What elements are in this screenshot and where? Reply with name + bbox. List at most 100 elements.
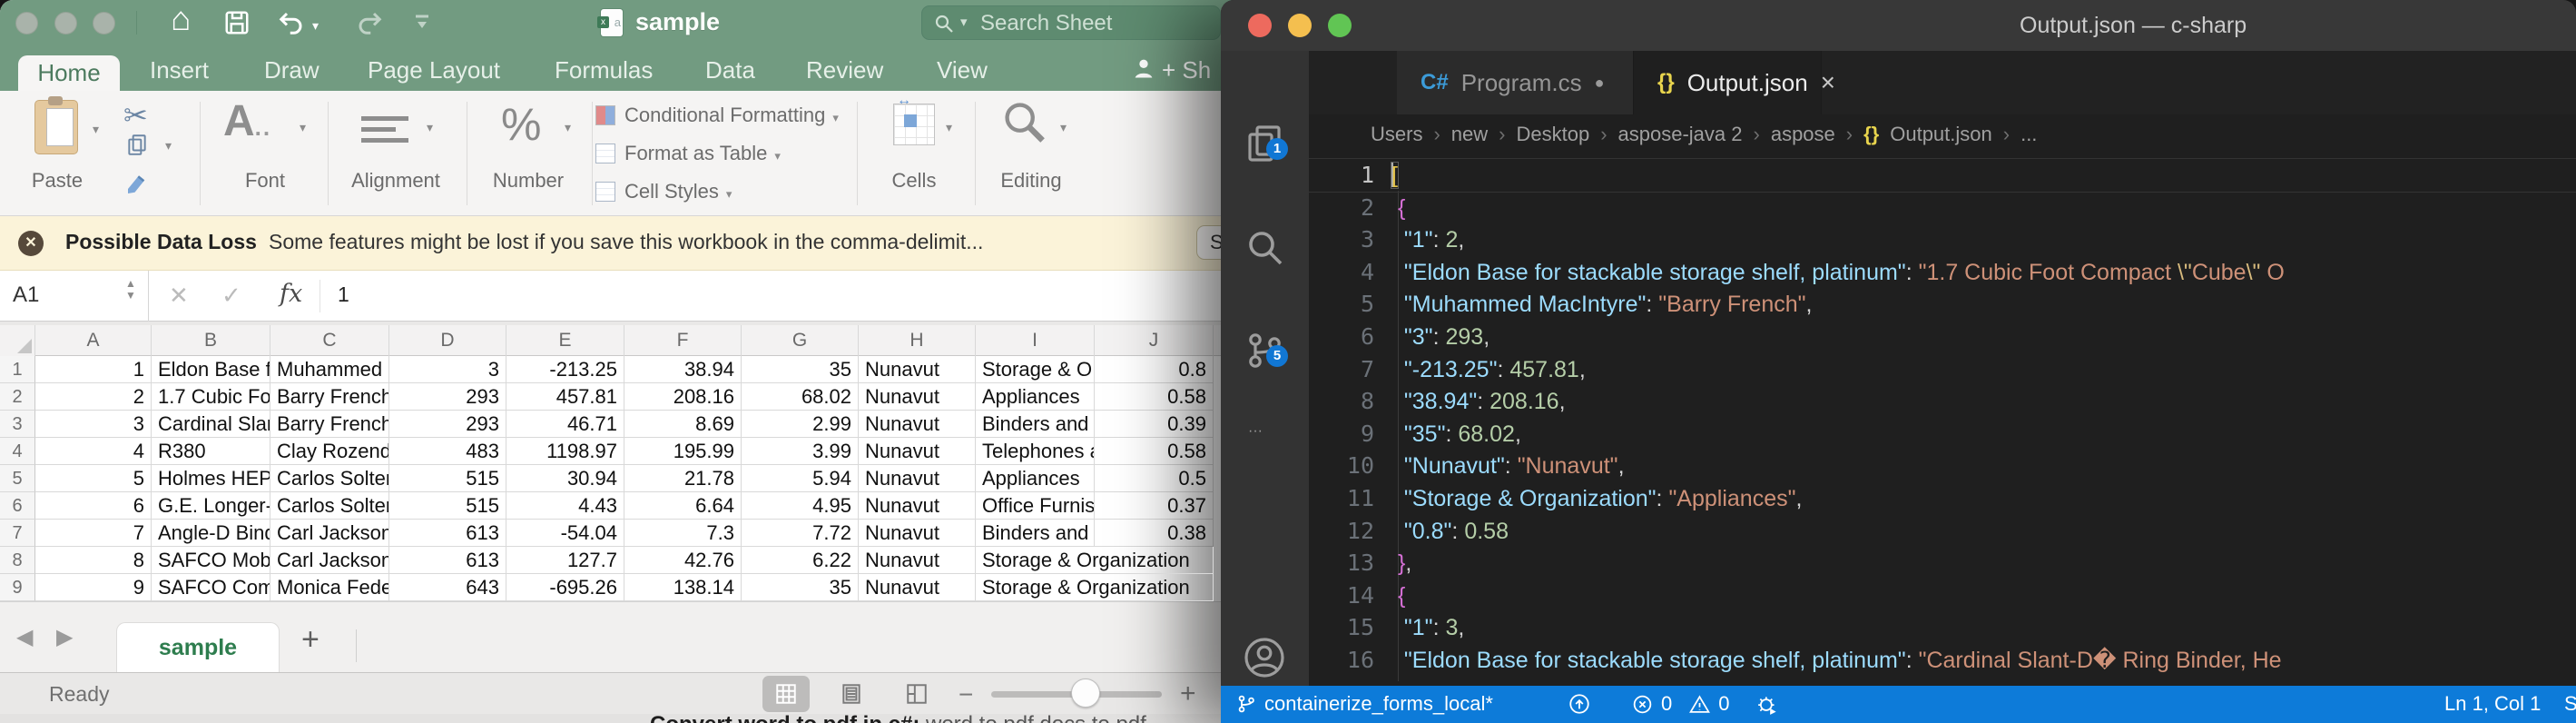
column-header-A[interactable]: A [35, 325, 152, 356]
source-control-icon[interactable]: 5 [1243, 329, 1286, 372]
format-as-table-button[interactable]: Format as Table▾ [595, 142, 781, 169]
ribbon-tab-view[interactable]: View [937, 56, 988, 84]
name-box-stepper[interactable]: ▲▼ [125, 278, 136, 302]
column-header-E[interactable]: E [506, 325, 624, 356]
grid-cell-A6[interactable]: 6 [35, 492, 152, 520]
row-header-3[interactable]: 3 [0, 411, 35, 438]
number-format-icon[interactable]: % [501, 98, 541, 151]
grid-cell-C3[interactable]: Barry French [270, 411, 389, 438]
zoom-window-button[interactable] [1328, 14, 1352, 37]
grid-cell-F1[interactable]: 38.94 [624, 356, 742, 383]
column-header-G[interactable]: G [742, 325, 859, 356]
row-header-2[interactable]: 2 [0, 383, 35, 411]
row-header-6[interactable]: 6 [0, 492, 35, 520]
column-header-H[interactable]: H [859, 325, 976, 356]
grid-cell-D7[interactable]: 613 [389, 520, 506, 547]
grid-cell-G8[interactable]: 6.22 [742, 547, 859, 574]
editor-tab-output.json[interactable]: {}Output.json× [1634, 51, 1822, 114]
editing-search-icon[interactable] [1000, 98, 1047, 150]
code-line-1[interactable]: 1[ [1309, 159, 2576, 192]
grid-cell-B3[interactable]: Cardinal Slar [152, 411, 270, 438]
breadcrumb-item[interactable]: aspose [1771, 123, 1835, 146]
grid-cell-G9[interactable]: 35 [742, 574, 859, 601]
grid-cell-B8[interactable]: SAFCO Mobil [152, 547, 270, 574]
copy-dropdown-caret[interactable]: ▾ [165, 138, 172, 154]
close-window-button[interactable] [15, 12, 38, 35]
debug-icon[interactable] [1756, 692, 1780, 716]
breadcrumb-item[interactable]: Users [1371, 123, 1422, 146]
formula-bar-value[interactable]: 1 [338, 282, 349, 307]
grid-cell-D9[interactable]: 643 [389, 574, 506, 601]
code-line-7[interactable]: 7 "-213.25": 457.81, [1309, 353, 2576, 386]
grid-cell-H3[interactable]: Nunavut [859, 411, 976, 438]
grid-cell-B2[interactable]: 1.7 Cubic Fo [152, 383, 270, 411]
number-dropdown-caret[interactable]: ▾ [565, 120, 571, 135]
column-header-I[interactable]: I [976, 325, 1095, 356]
grid-cell-D2[interactable]: 293 [389, 383, 506, 411]
prev-sheet-icon[interactable]: ◀ [16, 624, 33, 650]
grid-cell-G1[interactable]: 35 [742, 356, 859, 383]
code-line-6[interactable]: 6 "3": 293, [1309, 321, 2576, 353]
grid-cell-B7[interactable]: Angle-D Bind [152, 520, 270, 547]
grid-cell-E4[interactable]: 1198.97 [506, 438, 624, 465]
cell-styles-button[interactable]: Cell Styles▾ [595, 180, 732, 207]
grid-cell-I8[interactable]: Storage & Organization [976, 547, 1214, 574]
grid-cell-I4[interactable]: Telephones a [976, 438, 1095, 465]
paste-icon[interactable] [34, 100, 78, 154]
grid-cell-F4[interactable]: 195.99 [624, 438, 742, 465]
code-line-16[interactable]: 16 "Eldon Base for stackable storage she… [1309, 644, 2576, 677]
grid-cell-H1[interactable]: Nunavut [859, 356, 976, 383]
grid-cell-G2[interactable]: 68.02 [742, 383, 859, 411]
grid-cell-B6[interactable]: G.E. Longer-L [152, 492, 270, 520]
redo-icon[interactable] [356, 9, 383, 36]
grid-cell-C4[interactable]: Clay Rozenda [270, 438, 389, 465]
ribbon-tab-data[interactable]: Data [705, 56, 755, 84]
grid-cell-F7[interactable]: 7.3 [624, 520, 742, 547]
row-header-9[interactable]: 9 [0, 574, 35, 601]
grid-cell-A9[interactable]: 9 [35, 574, 152, 601]
grid-cell-C8[interactable]: Carl Jackson [270, 547, 389, 574]
grid-cell-J4[interactable]: 0.58 [1095, 438, 1214, 465]
grid-cell-E7[interactable]: -54.04 [506, 520, 624, 547]
grid-cell-C9[interactable]: Monica Fede [270, 574, 389, 601]
next-sheet-icon[interactable]: ▶ [56, 624, 73, 650]
grid-cell-E1[interactable]: -213.25 [506, 356, 624, 383]
grid-cell-H5[interactable]: Nunavut [859, 465, 976, 492]
undo-icon[interactable] [278, 9, 305, 36]
editor-tab-program.cs[interactable]: C#Program.cs● [1397, 51, 1634, 114]
explorer-icon[interactable]: 1 [1243, 122, 1286, 165]
format-painter-icon[interactable] [123, 171, 151, 203]
row-header-1[interactable]: 1 [0, 356, 35, 383]
zoom-window-button[interactable] [93, 12, 115, 35]
grid-cell-F6[interactable]: 6.64 [624, 492, 742, 520]
grid-cell-G3[interactable]: 2.99 [742, 411, 859, 438]
minimize-window-button[interactable] [1288, 14, 1312, 37]
grid-cell-E8[interactable]: 127.7 [506, 547, 624, 574]
ribbon-tab-insert[interactable]: Insert [150, 56, 209, 84]
grid-cell-A8[interactable]: 8 [35, 547, 152, 574]
ribbon-tab-formulas[interactable]: Formulas [555, 56, 653, 84]
confirm-entry-icon[interactable]: ✓ [221, 282, 241, 310]
row-header-8[interactable]: 8 [0, 547, 35, 574]
column-header-C[interactable]: C [270, 325, 389, 356]
grid-cell-D5[interactable]: 515 [389, 465, 506, 492]
grid-cell-J5[interactable]: 0.5 [1095, 465, 1214, 492]
column-header-F[interactable]: F [624, 325, 742, 356]
grid-cell-B1[interactable]: Eldon Base f [152, 356, 270, 383]
page-break-view-button[interactable] [893, 676, 940, 712]
code-line-15[interactable]: 15 "1": 3, [1309, 611, 2576, 644]
grid-cell-E3[interactable]: 46.71 [506, 411, 624, 438]
grid-cell-C2[interactable]: Barry French [270, 383, 389, 411]
more-views-icon[interactable]: ··· [1248, 423, 1263, 440]
ribbon-tab-home[interactable]: Home [18, 55, 120, 91]
breadcrumb[interactable]: Users›new›Desktop›aspose-java 2›aspose›{… [1309, 114, 2576, 154]
minimize-window-button[interactable] [54, 12, 77, 35]
grid-cell-C5[interactable]: Carlos Solter [270, 465, 389, 492]
account-icon[interactable] [1243, 636, 1286, 679]
breadcrumb-item[interactable]: ... [2020, 123, 2037, 146]
grid-cell-G4[interactable]: 3.99 [742, 438, 859, 465]
indentation-item-clipped[interactable]: S [2564, 692, 2576, 716]
normal-view-button[interactable] [762, 676, 810, 712]
grid-cell-A4[interactable]: 4 [35, 438, 152, 465]
grid-cell-I1[interactable]: Storage & O [976, 356, 1095, 383]
